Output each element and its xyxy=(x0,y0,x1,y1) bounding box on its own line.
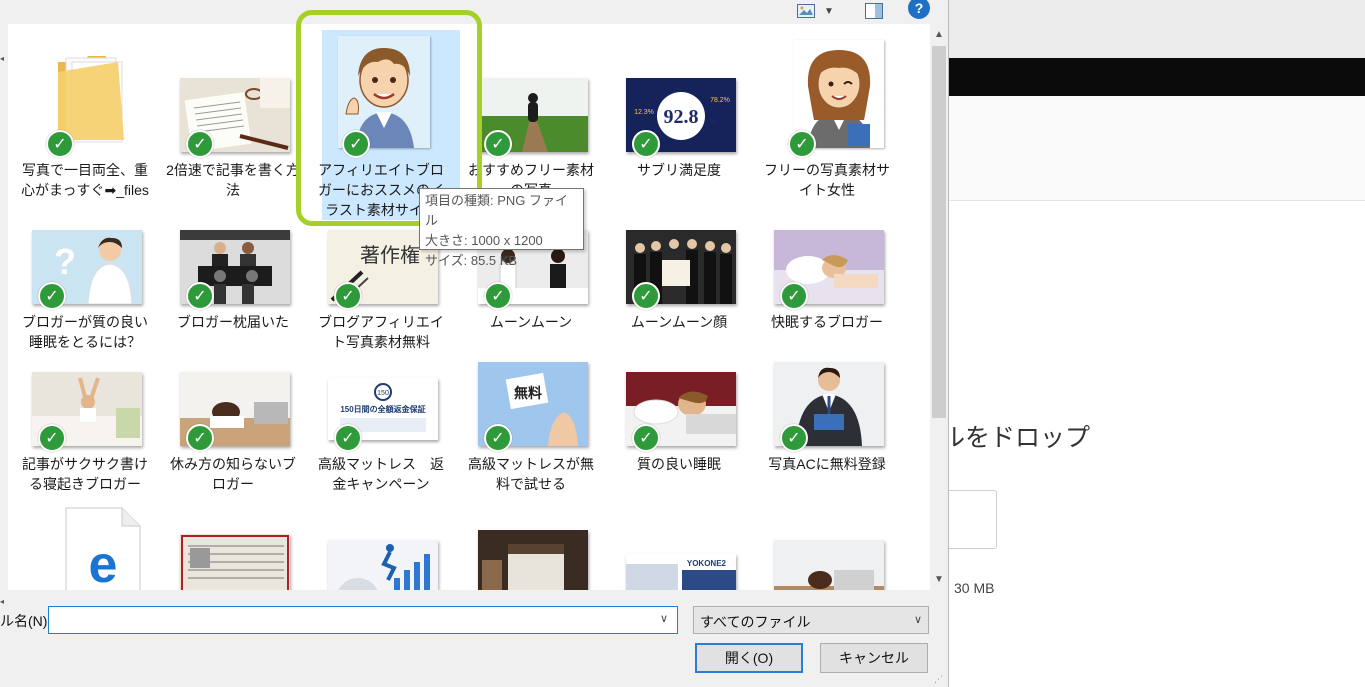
help-icon[interactable]: ? xyxy=(908,0,930,19)
scroll-up-icon[interactable]: ▲ xyxy=(930,24,948,44)
file-label: ブログアフィリエイト写真素材無料 xyxy=(318,314,444,350)
sync-check-icon: ✓ xyxy=(186,282,214,310)
left-scroll-strip: ◂ ◂ xyxy=(0,24,8,606)
file-thumbnail xyxy=(478,530,588,590)
file-info-tooltip: 項目の種類: PNG ファイル 大きさ: 1000 x 1200 サイズ: 85… xyxy=(419,188,584,268)
campaign-title: 150日間の全額返金保証 xyxy=(340,404,425,414)
filename-input[interactable] xyxy=(48,606,678,634)
preview-pane-icon[interactable] xyxy=(864,2,884,20)
edge-file-icon: e xyxy=(64,506,142,590)
resize-grip-icon[interactable]: ⋰ xyxy=(934,674,943,685)
file-type-filter-select[interactable]: すべてのファイル ∨ xyxy=(693,606,929,634)
open-button[interactable]: 開く(O) xyxy=(695,643,803,673)
select-file-button[interactable] xyxy=(948,490,997,549)
sync-check-icon: ✓ xyxy=(632,282,660,310)
file-label: ムーンムーン xyxy=(489,314,573,330)
svg-text:e: e xyxy=(89,536,118,590)
sync-check-icon: ✓ xyxy=(632,130,660,158)
file-label: フリーの写真素材サイト女性 xyxy=(764,162,890,198)
chart-right-value: 78.2% xyxy=(710,97,730,104)
sync-check-icon: ✓ xyxy=(38,282,66,310)
file-label: 写真で一目両全、重心がまっすぐ➡_files xyxy=(21,162,149,198)
sync-check-icon: ✓ xyxy=(484,130,512,158)
left-scroll-up-icon[interactable]: ◂ xyxy=(0,54,8,63)
sync-check-icon: ✓ xyxy=(46,130,74,158)
file-label: サブリ満足度 xyxy=(637,162,721,178)
file-label: ブロガーが質の良い睡眠をとるには？ xyxy=(22,314,148,350)
sync-check-icon: ✓ xyxy=(484,282,512,310)
file-label: ムーンムーン顔 xyxy=(630,314,728,330)
sync-check-icon: ✓ xyxy=(780,424,808,452)
copyright-text: 著作権 xyxy=(360,243,420,267)
file-label: ブロガー枕届いた xyxy=(177,314,289,330)
vertical-scrollbar[interactable]: ▲ ▼ xyxy=(930,24,948,590)
file-type-filter-value: すべてのファイル xyxy=(700,614,811,630)
campaign-badge: 150 xyxy=(377,390,389,397)
sync-check-icon: ✓ xyxy=(38,424,66,452)
sync-check-icon: ✓ xyxy=(334,282,362,310)
chevron-down-icon: ∨ xyxy=(913,614,922,626)
view-options-chevron-down-icon[interactable]: ▼ xyxy=(822,2,836,20)
tooltip-filesize: サイズ: 85.5 KB xyxy=(425,253,518,268)
file-label: 高級マットレス 返金キャンペーン xyxy=(318,456,444,492)
tooltip-dimensions: 大きさ: 1000 x 1200 xyxy=(425,233,543,248)
scroll-thumb[interactable] xyxy=(932,46,946,418)
file-label: おすすめフリー素材の写真 xyxy=(468,162,594,188)
sync-check-icon: ✓ xyxy=(484,424,512,452)
file-label: 写真ACに無料登録 xyxy=(768,456,886,472)
browser-header-bar xyxy=(948,58,1365,96)
size-limit-text: 30 MB xyxy=(954,580,995,596)
file-label: 快眠するブロガー xyxy=(771,314,883,330)
sync-check-icon: ✓ xyxy=(186,424,214,452)
sync-check-icon: ✓ xyxy=(632,424,660,452)
sync-check-icon: ✓ xyxy=(186,130,214,158)
chart-pct: % xyxy=(710,117,717,126)
background-browser-page: ルをドロップ 30 MB xyxy=(940,0,1365,687)
file-thumbnail xyxy=(328,540,438,590)
file-thumbnail xyxy=(180,534,290,590)
sync-check-icon: ✓ xyxy=(334,424,362,452)
file-label: 2倍速で記事を書く方法 xyxy=(166,162,300,198)
yokone-text: YOKONE2 xyxy=(687,559,727,568)
file-thumbnail xyxy=(774,540,884,590)
file-label: 高級マットレスが無料で試せる xyxy=(468,456,594,492)
file-label: 質の良い睡眠 xyxy=(637,456,721,472)
page-header-band xyxy=(948,96,1365,201)
file-open-dialog: ▼ ? ◂ ◂ ✓ 写真で一目両全、重心がまっすぐ➡_files ✓ 2倍速で記… xyxy=(0,0,949,687)
filename-label: ル名(N): xyxy=(0,613,52,629)
drop-zone-text: ルをドロップ xyxy=(940,424,1091,452)
scroll-down-icon[interactable]: ▼ xyxy=(930,569,948,589)
change-view-icon[interactable] xyxy=(796,2,816,20)
cancel-button[interactable]: キャンセル xyxy=(820,643,928,673)
browser-toolbar-area xyxy=(948,0,1365,59)
chart-big-value: 92.8 xyxy=(664,106,699,128)
filename-history-chevron-down-icon[interactable]: ∨ xyxy=(660,612,668,625)
svg-text:?: ? xyxy=(54,241,76,282)
free-text: 無料 xyxy=(514,385,542,401)
chart-left-value: 12.3% xyxy=(634,109,654,116)
sync-check-icon: ✓ xyxy=(780,282,808,310)
sync-check-icon: ✓ xyxy=(788,130,816,158)
tooltip-type: 項目の種類: PNG ファイル xyxy=(425,193,569,228)
file-label: 記事がサクサク書ける寝起きブロガー xyxy=(22,456,148,492)
file-label: 休み方の知らないブロガー xyxy=(170,456,296,492)
folder-icon xyxy=(56,52,126,144)
left-scroll-down-icon[interactable]: ◂ xyxy=(0,597,8,606)
file-thumbnail: YOKONE2 xyxy=(626,554,736,590)
